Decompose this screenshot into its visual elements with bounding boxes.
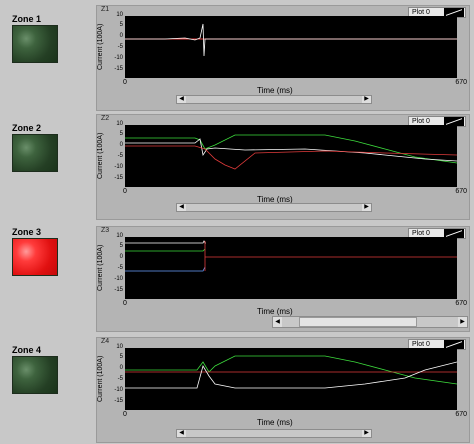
y-tick: -10: [114, 276, 123, 282]
scroll-thumb[interactable]: [299, 317, 417, 327]
y-tick: -10: [114, 55, 123, 61]
legend-label: Plot 0: [412, 230, 430, 237]
zone-2-label: Zone 2: [12, 123, 42, 133]
y-axis-ticks: 10 5 0 -5 -10 -15: [109, 12, 123, 78]
zone-3-horizontal-scrollbar[interactable]: ◀ ▶: [272, 316, 468, 328]
legend-label: Plot 0: [412, 118, 430, 125]
y-tick: -15: [114, 175, 123, 181]
zone-4-graph: Z4 Plot 0 Current (100A) 10 5 0 -5 -10 -…: [96, 337, 470, 443]
x-max-tick: 670: [455, 300, 467, 307]
y-tick: 0: [119, 33, 123, 39]
scroll-left-icon[interactable]: ◀: [177, 430, 186, 437]
trace-white: [125, 23, 457, 57]
y-tick: 10: [116, 12, 123, 18]
plot-traces: [125, 23, 457, 57]
y-tick: 10: [116, 121, 123, 127]
y-tick: -15: [114, 398, 123, 404]
x-max-tick: 670: [455, 79, 467, 86]
y-axis-ticks: 10 5 0 -5 -10 -15: [109, 344, 123, 410]
zone-3-label: Zone 3: [12, 227, 42, 237]
scroll-right-icon[interactable]: ▶: [362, 96, 371, 103]
trace-white: [125, 138, 457, 162]
scroll-left-icon[interactable]: ◀: [273, 317, 282, 327]
plot-area[interactable]: [125, 237, 457, 299]
y-tick: 5: [119, 243, 123, 249]
x-min-tick: 0: [123, 79, 127, 86]
graph-name: Z3: [101, 227, 110, 234]
y-tick: 0: [119, 254, 123, 260]
scroll-left-icon[interactable]: ◀: [177, 96, 186, 103]
plot-area[interactable]: [125, 16, 457, 78]
x-max-tick: 670: [455, 188, 467, 195]
zone-1-horizontal-scrollbar[interactable]: ◀ ▶: [176, 95, 372, 104]
zone-4-horizontal-scrollbar[interactable]: ◀ ▶: [176, 429, 372, 438]
trace-blue: [125, 266, 206, 272]
y-tick: 5: [119, 22, 123, 28]
plot-traces: [125, 355, 457, 389]
x-axis-label: Time (ms): [257, 86, 293, 95]
x-min-tick: 0: [123, 411, 127, 418]
scroll-left-icon[interactable]: ◀: [177, 204, 186, 211]
y-tick: -15: [114, 66, 123, 72]
y-axis-ticks: 10 5 0 -5 -10 -15: [109, 233, 123, 299]
trace-white: [125, 361, 457, 389]
trace-green: [125, 355, 457, 385]
y-tick: 0: [119, 142, 123, 148]
x-max-tick: 670: [455, 411, 467, 418]
y-tick: -5: [117, 376, 123, 382]
x-axis-label: Time (ms): [257, 418, 293, 427]
zone-1-label: Zone 1: [12, 14, 42, 24]
trace-green: [125, 248, 206, 252]
x-axis-label: Time (ms): [257, 307, 293, 316]
y-tick: 0: [119, 365, 123, 371]
y-tick: -5: [117, 153, 123, 159]
plot-traces: [125, 240, 457, 272]
zone-2-horizontal-scrollbar[interactable]: ◀ ▶: [176, 203, 372, 212]
y-tick: 5: [119, 131, 123, 137]
y-tick: -5: [117, 44, 123, 50]
zone-2-indicator-led: [12, 134, 58, 172]
y-tick: -10: [114, 164, 123, 170]
y-tick: 10: [116, 233, 123, 239]
trace-white: [125, 240, 206, 244]
zone-3-indicator-led: [12, 238, 58, 276]
plot-area[interactable]: [125, 348, 457, 410]
graph-name: Z2: [101, 115, 110, 122]
y-tick: -10: [114, 387, 123, 393]
scroll-right-icon[interactable]: ▶: [362, 430, 371, 437]
graph-name: Z1: [101, 6, 110, 13]
scroll-right-icon[interactable]: ▶: [458, 317, 467, 327]
y-tick: -15: [114, 287, 123, 293]
x-min-tick: 0: [123, 300, 127, 307]
graph-name: Z4: [101, 338, 110, 345]
y-tick: 5: [119, 354, 123, 360]
plot-area[interactable]: [125, 125, 457, 187]
y-tick: 10: [116, 344, 123, 350]
x-min-tick: 0: [123, 188, 127, 195]
y-tick: -5: [117, 265, 123, 271]
zone-4-label: Zone 4: [12, 345, 42, 355]
legend-label: Plot 0: [412, 9, 430, 16]
scroll-right-icon[interactable]: ▶: [362, 204, 371, 211]
legend-label: Plot 0: [412, 341, 430, 348]
zone-4-indicator-led: [12, 356, 58, 394]
plot-traces: [125, 134, 457, 170]
zone-1-indicator-led: [12, 25, 58, 63]
y-axis-ticks: 10 5 0 -5 -10 -15: [109, 121, 123, 187]
